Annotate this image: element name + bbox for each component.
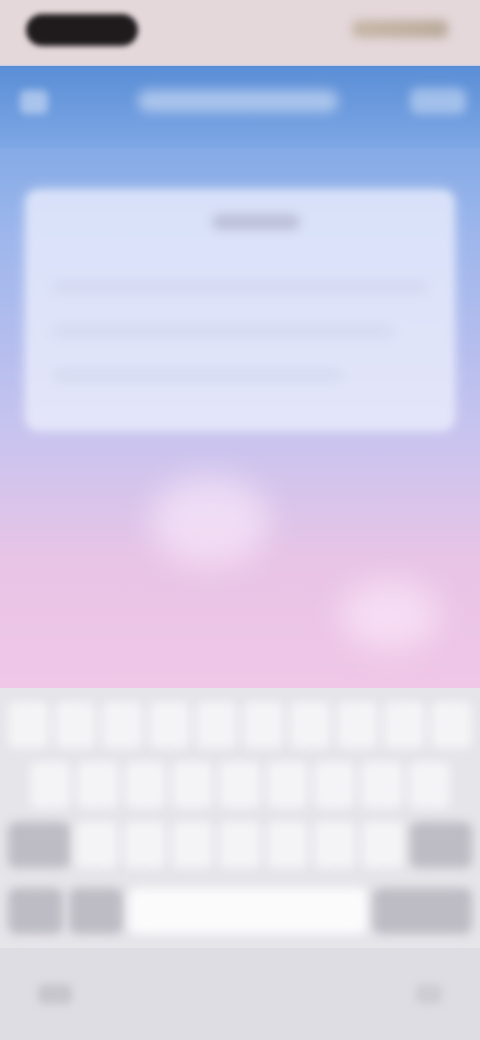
key[interactable] [30, 762, 72, 808]
globe-icon[interactable] [38, 984, 72, 1004]
app-header [0, 66, 480, 148]
key[interactable] [337, 702, 378, 748]
key[interactable] [171, 762, 214, 808]
key[interactable] [314, 822, 356, 868]
key[interactable] [102, 702, 143, 748]
card-title [212, 214, 300, 230]
keyboard-row [30, 762, 450, 808]
shift-key[interactable] [8, 822, 71, 868]
card-text-line [52, 370, 344, 380]
key[interactable] [171, 822, 214, 868]
keyboard-row [8, 822, 472, 868]
status-icons [352, 20, 448, 38]
key[interactable] [266, 762, 308, 808]
keyboard-row [8, 888, 472, 934]
keyboard-row [8, 702, 472, 748]
card-text-line [52, 326, 394, 336]
background-decoration [150, 476, 270, 566]
key[interactable] [290, 702, 331, 748]
key[interactable] [8, 702, 49, 748]
status-bar [0, 0, 480, 64]
key[interactable] [408, 762, 450, 808]
card-text-line [52, 282, 428, 292]
header-action-button[interactable] [410, 88, 466, 114]
status-time [26, 14, 138, 46]
page-title [138, 90, 338, 112]
key[interactable] [124, 762, 166, 808]
key[interactable] [384, 702, 425, 748]
key[interactable] [266, 822, 309, 868]
background-decoration [340, 580, 440, 650]
numbers-key[interactable] [8, 888, 63, 934]
space-key[interactable] [129, 888, 367, 934]
chevron-left-icon[interactable] [20, 90, 48, 114]
key[interactable] [361, 762, 403, 808]
key[interactable] [361, 822, 404, 868]
key[interactable] [76, 822, 118, 868]
keyboard-bottom-bar [0, 948, 480, 1040]
backspace-key[interactable] [409, 822, 472, 868]
key[interactable] [77, 762, 119, 808]
key[interactable] [431, 702, 472, 748]
key[interactable] [196, 702, 237, 748]
key[interactable] [124, 822, 166, 868]
key[interactable] [219, 822, 261, 868]
key[interactable] [219, 762, 261, 808]
key[interactable] [149, 702, 190, 748]
return-key[interactable] [372, 888, 472, 934]
content-card [26, 190, 454, 430]
key[interactable] [55, 702, 96, 748]
emoji-key[interactable] [68, 888, 124, 934]
key[interactable] [313, 762, 356, 808]
key[interactable] [243, 702, 284, 748]
mic-icon[interactable] [416, 984, 442, 1004]
